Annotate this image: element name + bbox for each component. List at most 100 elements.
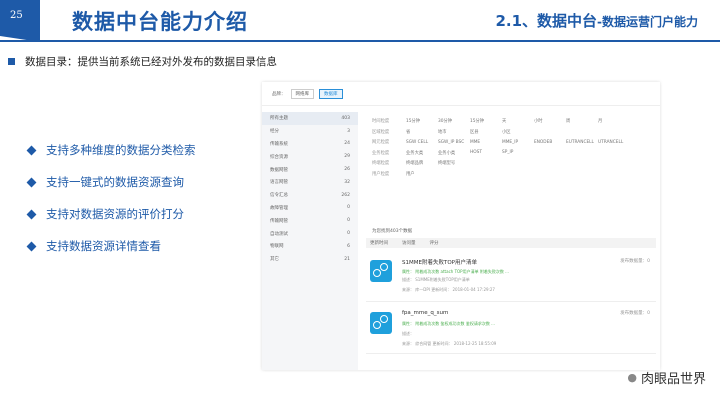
filter-option[interactable]: 终端型号 xyxy=(438,160,470,166)
sidebar-item[interactable]: 自动测试 0 xyxy=(262,227,358,240)
wechat-icon: ● xyxy=(627,371,637,384)
filter-row: 网元粒度 SGW CELL SGW_IP BSC MME MME_IP ENODEB EUT… xyxy=(372,137,652,148)
feature-list: 支持多种维度的数据分类检索 支持一键式的数据资源查询 支持对数据资源的评价打分 … xyxy=(26,142,196,270)
filter-option[interactable]: 业务大类 xyxy=(406,150,438,156)
result-foot: 来源： 综合网管 更新时间： 2018-12-25 18:55:09 xyxy=(402,341,497,346)
sidebar-item[interactable]: 语言网管 32 xyxy=(262,176,358,189)
filter-option[interactable]: UTRANCELL xyxy=(598,140,630,145)
dataset-icon xyxy=(370,312,392,334)
filter-option[interactable]: SGW_IP BSC xyxy=(438,140,470,145)
diamond-bullet-icon xyxy=(26,241,37,251)
diamond-bullet-icon xyxy=(26,209,37,219)
feature-text: 支持数据资源详情查看 xyxy=(46,239,161,253)
header-divider xyxy=(0,40,720,42)
result-desc: 描述： S1MME附着失败TOP用户清单 xyxy=(402,277,470,282)
filter-panel: 时间粒度 15分钟 30分钟 15分钟天小时周月区域粒度省地市 区县 小区 网元粒度 SGW … xyxy=(372,116,652,179)
watermark-text: 肉眼品世界 xyxy=(640,372,706,387)
filter-option[interactable]: HOST xyxy=(470,150,502,155)
filter-label: 终端粒度 xyxy=(372,161,390,167)
sidebar-item[interactable]: 故障管理 0 xyxy=(262,202,358,215)
result-tags: 属性： 附着成功次数 鉴权成功次数 鉴权请求次数 ... xyxy=(402,321,495,326)
sidebar-item[interactable]: 物联网 6 xyxy=(262,240,358,253)
filter-option[interactable]: 小区 xyxy=(502,129,534,135)
filter-option[interactable]: SGW CELL xyxy=(406,140,438,145)
filter-option[interactable]: MME_IP xyxy=(502,140,534,145)
subtitle-main: 2.1、数据中台 xyxy=(495,12,598,30)
filter-option[interactable]: 地市 xyxy=(438,129,470,135)
tab-database[interactable]: 数据库 xyxy=(319,88,343,99)
filter-option[interactable]: 天 xyxy=(502,118,534,124)
filter-row: 用户粒度 用户 xyxy=(372,169,652,180)
intro-line: 数据目录：提供当前系统已经对外发布的数据目录信息 xyxy=(8,54,277,69)
sort-bar: 更新时间 访问量 评分 xyxy=(366,238,656,248)
filter-option[interactable]: 区县 xyxy=(470,129,502,135)
result-tags: 属性： 附着成功次数 attach TOP用户清单 附着失败次数 ... xyxy=(402,269,509,274)
subtitle-small: -数据运营门户能力 xyxy=(597,15,698,29)
sort-by-visits[interactable]: 访问量 xyxy=(402,240,416,246)
diamond-bullet-icon xyxy=(26,177,37,187)
sidebar-item[interactable]: 数据网管 26 xyxy=(262,163,358,176)
result-count: 为您找到403个数据 xyxy=(372,229,413,234)
filter-label: 业务粒度 xyxy=(372,150,390,156)
filter-option[interactable]: 用户 xyxy=(406,171,438,177)
result-card[interactable]: fpa_mme_q_sum 发布数据量：0 属性： 附着成功次数 鉴权成功次数 … xyxy=(366,304,656,354)
diamond-bullet-icon xyxy=(26,145,37,155)
feature-text: 支持对数据资源的评价打分 xyxy=(46,207,184,221)
filter-label: 用户粒度 xyxy=(372,171,390,177)
sidebar-item[interactable]: 传输网管 0 xyxy=(262,214,358,227)
result-card[interactable]: S1MME附着失败TOP用户清单 发布数据量：0 属性： 附着成功次数 atta… xyxy=(366,252,656,302)
filter-option[interactable]: 月 xyxy=(598,118,630,124)
result-meta: 发布数据量：0 xyxy=(620,311,650,316)
filter-option[interactable]: 30分钟 xyxy=(438,118,470,124)
filter-option[interactable]: SP_IP xyxy=(502,150,534,155)
page-number: 25 xyxy=(0,0,40,42)
filter-row: 终端粒度 终端品牌 终端型号 xyxy=(372,158,652,169)
page-title: 数据中台能力介绍 xyxy=(72,10,248,34)
filter-row: 业务粒度 业务大类 业务小类 HOST SP_IP xyxy=(372,148,652,159)
filter-option[interactable]: 终端品牌 xyxy=(406,160,438,166)
sidebar-item[interactable]: 综合资源 29 xyxy=(262,150,358,163)
filter-option[interactable]: 15分钟 xyxy=(470,118,502,124)
intro-text: 数据目录：提供当前系统已经对外发布的数据目录信息 xyxy=(25,56,277,68)
header: 25 数据中台能力介绍 2.1、数据中台-数据运营门户能力 xyxy=(0,0,720,42)
section-subtitle: 2.1、数据中台-数据运营门户能力 xyxy=(495,10,698,31)
catalog-screenshot: 品牌： 网络库 数据库 所有主题 403 经分 3 传输系统 24 综合资源 29 数据… xyxy=(262,82,660,370)
watermark: ● 肉眼品世界 xyxy=(627,368,706,387)
sidebar-item[interactable]: 传输系统 24 xyxy=(262,138,358,151)
filter-option[interactable]: 周 xyxy=(566,118,598,124)
filter-label: 区域粒度 xyxy=(372,129,390,135)
sort-by-update[interactable]: 更新时间 xyxy=(370,240,388,246)
topbar-label: 品牌： xyxy=(272,91,286,97)
filter-option[interactable]: 小时 xyxy=(534,118,566,124)
result-title[interactable]: S1MME附着失败TOP用户清单 xyxy=(402,258,477,266)
filter-option[interactable]: 15分钟 xyxy=(406,118,438,124)
sidebar-item[interactable]: 其它 21 xyxy=(262,253,358,266)
filter-option[interactable]: MME xyxy=(470,140,502,145)
filter-option[interactable]: 省 xyxy=(406,129,438,135)
square-bullet-icon xyxy=(8,58,15,65)
filter-row: 时间粒度 15分钟 30分钟 15分钟天小时周月 xyxy=(372,116,652,127)
feature-item: 支持数据资源详情查看 xyxy=(26,238,196,254)
feature-item: 支持多种维度的数据分类检索 xyxy=(26,142,196,158)
screenshot-topbar: 品牌： 网络库 数据库 xyxy=(262,82,660,106)
sidebar-item[interactable]: 信令汇总 262 xyxy=(262,189,358,202)
result-meta: 发布数据量：0 xyxy=(620,259,650,264)
sort-by-rating[interactable]: 评分 xyxy=(430,240,439,246)
filter-label: 时间粒度 xyxy=(372,119,390,125)
filter-option[interactable]: 业务小类 xyxy=(438,150,470,156)
sidebar-item[interactable]: 所有主题 403 xyxy=(262,112,358,125)
sidebar-item[interactable]: 经分 3 xyxy=(262,125,358,138)
category-sidebar: 所有主题 403 经分 3 传输系统 24 综合资源 29 数据网管 26 语言网管 32 … xyxy=(262,112,358,370)
feature-item: 支持对数据资源的评价打分 xyxy=(26,206,196,222)
feature-text: 支持多种维度的数据分类检索 xyxy=(46,143,196,157)
filter-option[interactable]: EUTRANCELL xyxy=(566,140,598,145)
filter-option[interactable]: ENODEB xyxy=(534,140,566,145)
tab-network-lib[interactable]: 网络库 xyxy=(290,88,314,99)
result-title[interactable]: fpa_mme_q_sum xyxy=(402,310,448,316)
filter-row: 区域粒度 省地市 区县 小区 xyxy=(372,127,652,138)
result-foot: 来源： 库—DPI 更新时间： 2018-01-04 17:29:27 xyxy=(402,287,495,292)
feature-text: 支持一键式的数据资源查询 xyxy=(46,175,184,189)
filter-label: 网元粒度 xyxy=(372,140,390,146)
feature-item: 支持一键式的数据资源查询 xyxy=(26,174,196,190)
result-desc: 描述： xyxy=(402,331,414,336)
